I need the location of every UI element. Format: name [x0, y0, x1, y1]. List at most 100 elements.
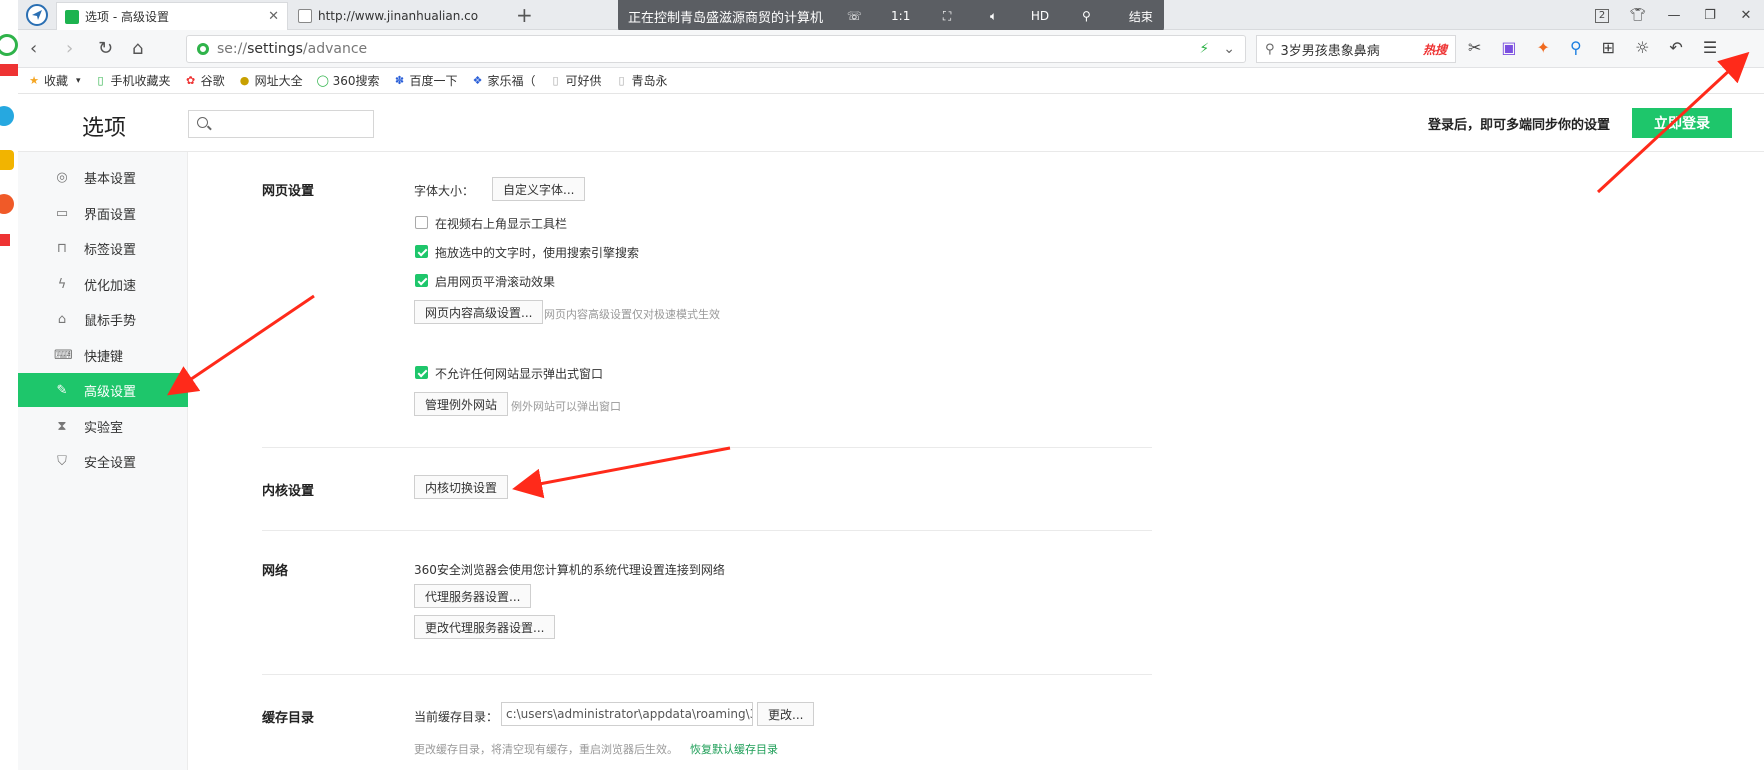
undo-icon[interactable]: ↶: [1669, 38, 1682, 57]
flask-icon: ⧗: [57, 418, 67, 434]
sidebar-item-label: 高级设置: [84, 384, 137, 400]
settings-search-input[interactable]: [215, 113, 369, 135]
page-icon: ▯: [618, 73, 625, 87]
bookmark-mobile[interactable]: ▯ 手机收藏夹: [95, 72, 171, 89]
tab-settings[interactable]: 选项 - 高级设置 ✕: [56, 2, 288, 30]
brightness-icon[interactable]: ☼: [1635, 38, 1649, 57]
sidebar-item-label: 基本设置: [84, 171, 137, 187]
settings-search-field[interactable]: [188, 110, 374, 138]
tab-count[interactable]: 2: [1584, 7, 1620, 23]
refresh-icon[interactable]: ↻: [98, 38, 113, 59]
search-box[interactable]: ⚲ 3岁男孩患象鼻病 热搜: [1256, 35, 1456, 63]
scissors-icon[interactable]: ✂: [1468, 38, 1481, 57]
bookmark-qingdao[interactable]: ▯ 青岛永: [616, 72, 668, 89]
block-popup-checkbox[interactable]: [415, 366, 428, 379]
tab-title: http://www.jinanhualian.com/: [318, 9, 478, 23]
hot-search-badge[interactable]: 热搜: [1423, 41, 1447, 58]
change-proxy-button[interactable]: 更改代理服务器设置...: [414, 615, 556, 639]
bookmark-favorites[interactable]: ★ 收藏 ▾: [28, 72, 80, 89]
chevron-down-icon[interactable]: ⌄: [1223, 41, 1235, 57]
section-title-cache: 缓存目录: [262, 711, 315, 726]
sidebar-item-label: 快捷键: [84, 349, 124, 365]
proxy-settings-button[interactable]: 代理服务器设置...: [414, 584, 532, 608]
menu-icon[interactable]: ☰: [1703, 38, 1717, 57]
minimize-icon[interactable]: —: [1656, 8, 1692, 23]
home-icon[interactable]: ⌂: [132, 38, 143, 59]
restore-icon[interactable]: ❐: [1692, 8, 1728, 23]
game-icon[interactable]: ✦: [1537, 38, 1550, 57]
baidu-icon: ✽: [394, 73, 405, 87]
sidebar-item-basic[interactable]: ◎ 基本设置: [18, 160, 188, 194]
phone-icon[interactable]: ☏: [831, 9, 877, 23]
address-bar[interactable]: se:// settings /advance ⚡ ⌄: [186, 35, 1246, 63]
divider: [262, 530, 1152, 531]
window-icon: ▭: [55, 205, 69, 221]
gear-icon: ◎: [56, 169, 68, 185]
sidebar-item-tabs[interactable]: ⊓ 标签设置: [18, 231, 188, 265]
sidebar-item-interface[interactable]: ▭ 界面设置: [18, 196, 188, 230]
bookmarks-bar: ★ 收藏 ▾ ▯ 手机收藏夹 ✿ 谷歌 ● 网址大全 ◯ 360搜索 ✽ 百度一下 ❖ 家乐福（…: [18, 68, 1764, 94]
ratio-button[interactable]: 1:1: [878, 9, 924, 23]
translate-icon[interactable]: ▣: [1501, 38, 1516, 57]
change-cache-button[interactable]: 更改...: [757, 702, 815, 726]
end-button[interactable]: 结束: [1118, 8, 1164, 25]
browser-logo-icon[interactable]: [26, 4, 48, 26]
kernel-switch-button[interactable]: 内核切换设置: [414, 475, 509, 499]
sidebar-item-mouse[interactable]: ⌂ 鼠标手势: [18, 302, 188, 336]
back-icon[interactable]: ‹: [30, 38, 37, 59]
cache-hint: 更改缓存目录，将清空现有缓存，重启浏览器后生效。: [414, 743, 678, 756]
star-icon: ★: [29, 73, 39, 87]
restore-default-cache-link[interactable]: 恢复默认缓存目录: [690, 741, 778, 757]
advanced-content-button[interactable]: 网页内容高级设置...: [414, 300, 544, 324]
bookmark-hao[interactable]: ● 网址大全: [239, 72, 303, 89]
magnifier-icon[interactable]: ⚲: [1570, 38, 1582, 57]
manage-exceptions-button[interactable]: 管理例外网站: [414, 392, 509, 416]
skin-icon[interactable]: 👕︎: [1620, 8, 1656, 23]
apps-grid-icon[interactable]: ⊞: [1602, 38, 1615, 57]
close-icon[interactable]: ✕: [268, 9, 279, 24]
speed-mode-icon[interactable]: ⚡: [1199, 41, 1209, 57]
cache-dir-label: 当前缓存目录：: [414, 710, 499, 724]
settings-content: 网页设置 字体大小： 自定义字体... 在视频右上角显示工具栏 拖放选中的文字时…: [188, 152, 1764, 770]
bookmark-baidu[interactable]: ✽ 百度一下: [394, 72, 458, 89]
sidebar-item-label: 优化加速: [84, 278, 137, 294]
pin-icon[interactable]: ⚲: [1063, 9, 1109, 23]
font-size-label: 字体大小：: [414, 184, 475, 198]
login-button[interactable]: 立即登录: [1632, 108, 1732, 138]
forward-icon[interactable]: ›: [66, 38, 73, 59]
app-shortcut-icon: [0, 106, 14, 126]
secure-icon: [197, 43, 209, 55]
bookmark-360search[interactable]: ◯ 360搜索: [317, 72, 380, 89]
fullscreen-icon[interactable]: ⛶: [924, 9, 970, 24]
network-description: 360安全浏览器会使用您计算机的系统代理设置连接到网络: [414, 563, 725, 577]
video-toolbar-checkbox[interactable]: [415, 216, 428, 229]
wrench-icon: ✎: [56, 382, 68, 398]
sidebar-item-lab[interactable]: ⧗ 实验室: [18, 409, 188, 443]
sidebar-item-label: 安全设置: [84, 455, 137, 471]
bookmark-kehao[interactable]: ▯ 可好供: [550, 72, 602, 89]
sidebar-item-security[interactable]: ⛉ 安全设置: [18, 444, 188, 478]
section-title-kernel: 内核设置: [262, 484, 315, 499]
bookmark-carrefour[interactable]: ❖ 家乐福（: [472, 72, 536, 89]
new-tab-icon[interactable]: +: [516, 3, 533, 27]
phone-icon: ▯: [97, 73, 104, 87]
settings-header: 选项 登录后，即可多端同步你的设置 立即登录: [18, 94, 1764, 152]
custom-font-button[interactable]: 自定义字体...: [492, 177, 586, 201]
smooth-scroll-checkbox[interactable]: [415, 274, 428, 287]
bookmark-google[interactable]: ✿ 谷歌: [185, 72, 225, 89]
drag-search-checkbox[interactable]: [415, 245, 428, 258]
sidebar-item-advanced[interactable]: ✎ 高级设置: [18, 373, 188, 407]
cache-path-field[interactable]: c:\users\administrator\appdata\roaming\3…: [501, 702, 753, 726]
tab-website[interactable]: http://www.jinanhualian.com/: [290, 2, 510, 30]
smooth-scroll-label: 启用网页平滑滚动效果: [435, 275, 556, 289]
url-path: settings: [247, 41, 303, 57]
browser-shortcut-icon: [0, 34, 18, 56]
remote-status-text: 正在控制青岛盛滋源商贸的计算机: [628, 10, 824, 26]
hd-button[interactable]: HD: [1017, 9, 1063, 23]
sidebar-item-shortcuts[interactable]: ⌨ 快捷键: [18, 338, 188, 372]
notification-icon: [0, 234, 10, 246]
volume-icon[interactable]: 🔈︎: [970, 9, 1016, 24]
close-window-icon[interactable]: ✕: [1728, 8, 1764, 23]
page-title: 选项: [82, 116, 127, 141]
sidebar-item-speed[interactable]: ϟ 优化加速: [18, 267, 188, 301]
